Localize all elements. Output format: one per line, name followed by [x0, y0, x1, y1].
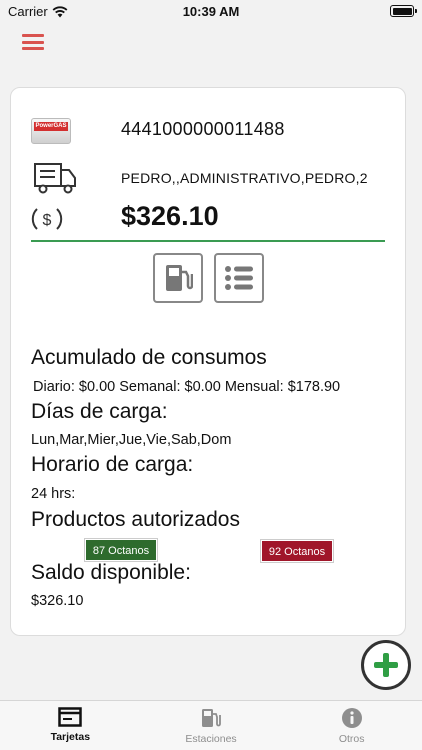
gas-pump-icon: [202, 709, 221, 727]
list-icon: [225, 266, 253, 290]
tab-otros-label: Otros: [338, 733, 365, 745]
available-balance-title: Saldo disponible:: [31, 561, 191, 584]
plus-icon: [370, 649, 402, 681]
gas-pump-button[interactable]: [153, 253, 203, 303]
info-icon: [341, 708, 362, 728]
card-balance: $326.10: [121, 201, 219, 231]
tab-tarjetas[interactable]: Tarjetas: [0, 701, 141, 750]
powergas-logo: PowerGAS: [31, 118, 71, 144]
tab-otros[interactable]: Otros: [281, 701, 422, 750]
tab-estaciones[interactable]: Estaciones: [141, 701, 282, 750]
card-owner: PEDRO,,ADMINISTRATIVO,PEDRO,2: [121, 170, 368, 186]
svg-text:$: $: [43, 212, 52, 229]
menu-bar: [22, 34, 44, 37]
card-detail-panel: PowerGAS 4441000000011488 PEDRO,,ADMINIS…: [10, 87, 406, 636]
consumption-title: Acumulado de consumos: [31, 346, 267, 369]
product-badge-92: 92 Octanos: [261, 540, 333, 562]
menu-bar: [22, 40, 44, 44]
products-title: Productos autorizados: [31, 508, 240, 531]
charge-days-values: Lun,Mar,Mier,Jue,Vie,Sab,Dom: [31, 432, 232, 448]
add-button[interactable]: [361, 640, 411, 690]
battery-icon: [390, 5, 417, 17]
charge-days-title: Días de carga:: [31, 400, 168, 423]
product-badge-87: 87 Octanos: [85, 539, 157, 561]
list-button[interactable]: [214, 253, 264, 303]
charge-hours-value: 24 hrs:: [31, 486, 76, 502]
menu-button[interactable]: [22, 34, 44, 50]
menu-bar: [22, 47, 44, 50]
tab-tarjetas-label: Tarjetas: [50, 731, 91, 743]
status-bar: Carrier 10:39 AM: [0, 0, 422, 24]
tab-estaciones-label: Estaciones: [185, 733, 237, 745]
available-balance-value: $326.10: [31, 593, 84, 609]
card-number: 4441000000011488: [121, 119, 285, 139]
charge-hours-title: Horario de carga:: [31, 453, 194, 476]
truck-icon: [34, 163, 76, 194]
logo-text: PowerGAS: [34, 122, 68, 131]
tab-bar: Tarjetas Estaciones Otros: [0, 700, 422, 750]
divider: [31, 240, 385, 242]
consumption-values: Diario: $0.00 Semanal: $0.00 Mensual: $1…: [33, 379, 341, 395]
money-circle-icon: $: [31, 208, 63, 230]
card-icon: [58, 707, 83, 727]
gas-pump-icon: [166, 265, 193, 291]
status-bar-time: 10:39 AM: [182, 4, 240, 19]
